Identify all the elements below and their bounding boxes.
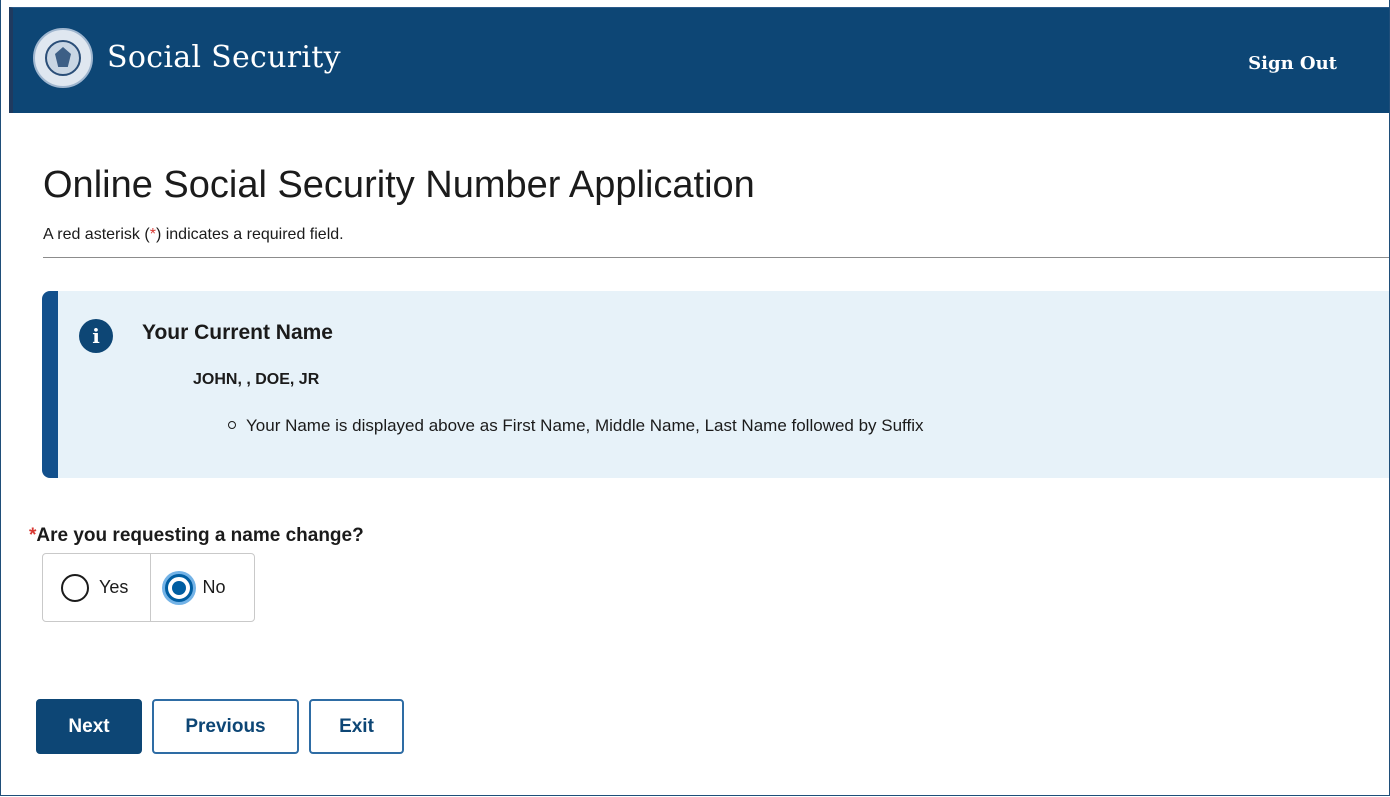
site-brand[interactable]: Social Security (107, 40, 341, 75)
radio-option-yes[interactable]: Yes (43, 554, 151, 621)
required-note-prefix: A red asterisk ( (43, 226, 150, 243)
site-header: Social Security Sign Out (9, 7, 1389, 113)
current-name-value: JOHN, , DOE, JR (193, 371, 320, 388)
name-change-question: *Are you requesting a name change? (29, 525, 364, 547)
next-button[interactable]: Next (36, 699, 142, 754)
required-note-suffix: ) indicates a required field. (155, 226, 344, 243)
question-label: Are you requesting a name change? (36, 525, 364, 546)
sign-out-link[interactable]: Sign Out (1248, 53, 1337, 74)
name-change-radio-group: Yes No (42, 553, 255, 622)
ssa-seal-icon (33, 28, 93, 88)
radio-yes-label[interactable]: Yes (99, 577, 128, 598)
radio-yes-button[interactable] (61, 573, 89, 602)
page-title: Online Social Security Number Applicatio… (43, 164, 755, 206)
alert-bullet-text: Your Name is displayed above as First Na… (246, 416, 924, 435)
info-icon: i (79, 319, 113, 353)
radio-no-label[interactable]: No (203, 577, 226, 598)
previous-button[interactable]: Previous (152, 699, 299, 754)
exit-button[interactable]: Exit (309, 699, 404, 754)
page-frame: Social Security Sign Out Online Social S… (0, 0, 1390, 796)
current-name-alert: i Your Current Name JOHN, , DOE, JR Your… (42, 291, 1389, 478)
required-field-note: A red asterisk (*) indicates a required … (43, 226, 344, 244)
alert-heading: Your Current Name (142, 321, 333, 344)
section-divider (43, 257, 1389, 258)
radio-option-no[interactable]: No (151, 554, 255, 621)
radio-no-button[interactable] (164, 573, 193, 602)
bullet-circle-icon (228, 420, 236, 429)
alert-bullet-item: Your Name is displayed above as First Na… (228, 416, 923, 436)
